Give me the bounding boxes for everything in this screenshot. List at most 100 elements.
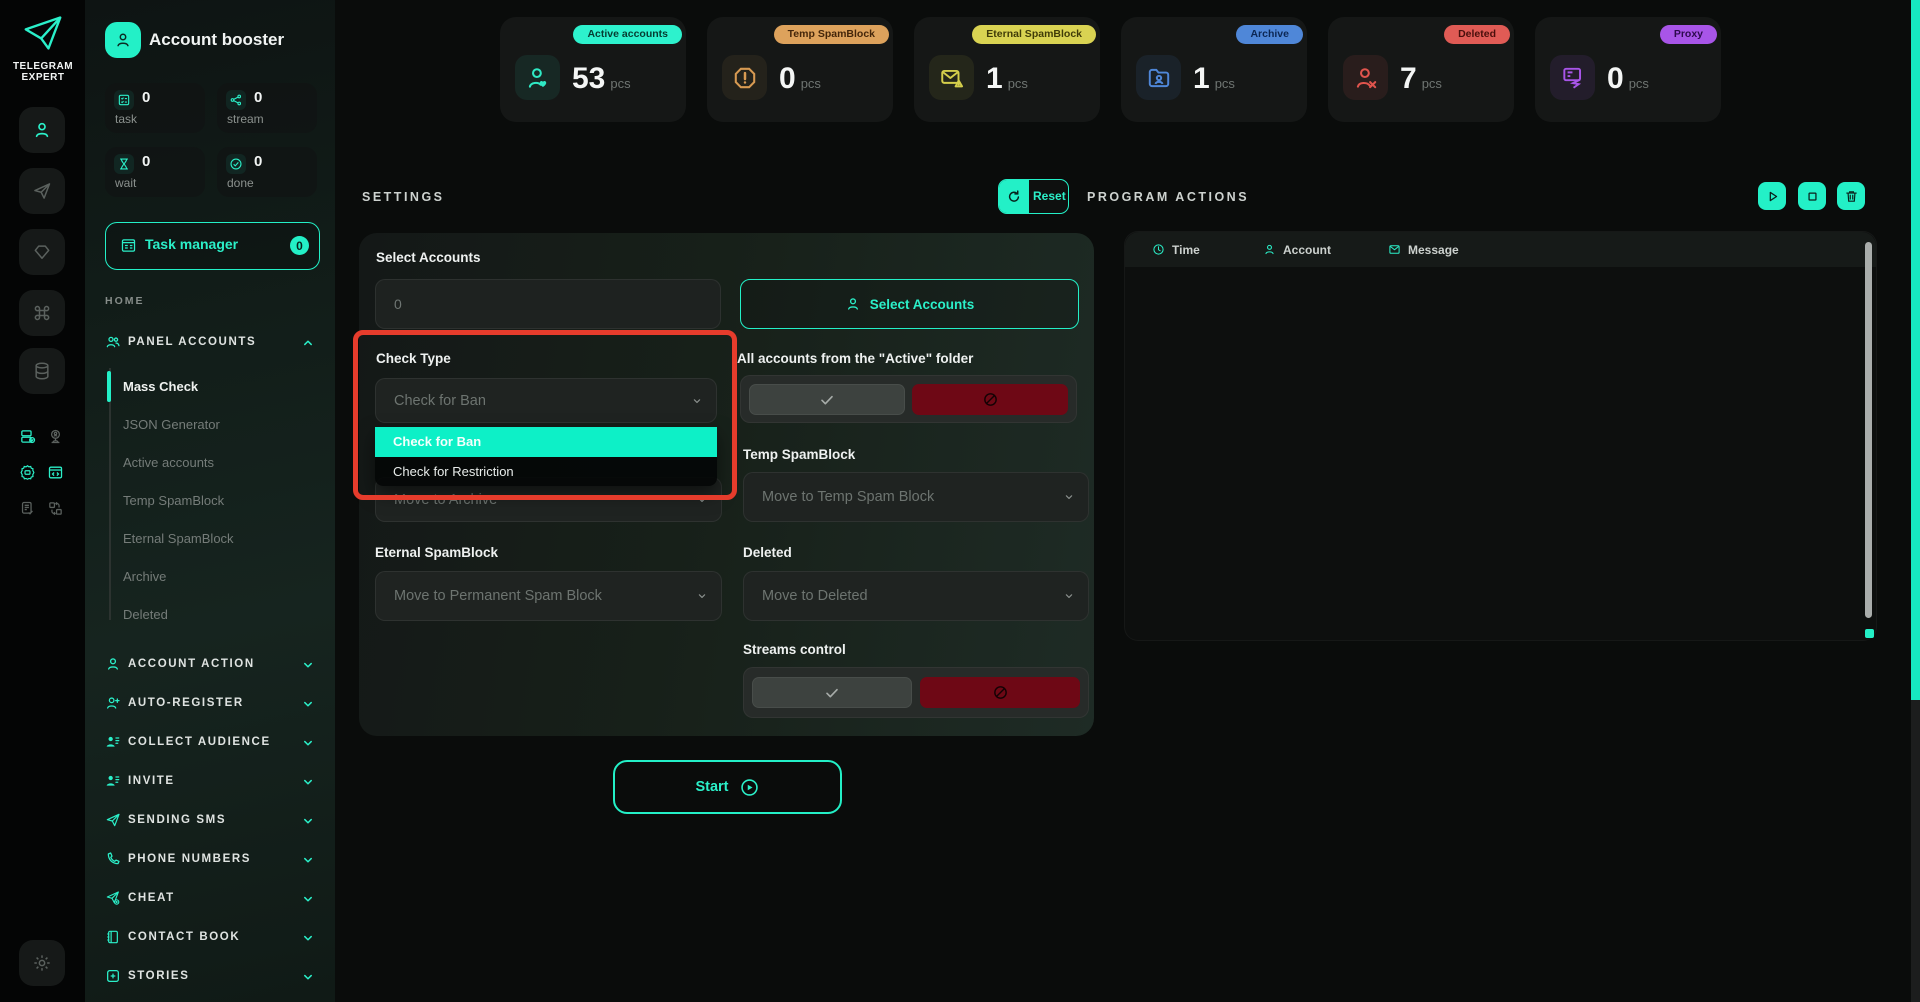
- rail-button-commands[interactable]: [19, 290, 65, 336]
- code-window-icon[interactable]: [47, 464, 64, 481]
- active-folder-toggle: [740, 375, 1077, 423]
- chevron-down-icon: [695, 589, 709, 603]
- people-list-icon: [105, 773, 121, 789]
- status-badge: Eternal SpamBlock: [972, 25, 1096, 44]
- check-icon: [824, 685, 840, 701]
- chevron-down-icon: [690, 394, 704, 408]
- dropdown-option-check-for-restriction[interactable]: Check for Restriction: [375, 457, 717, 487]
- sidebar-item-collect-audience[interactable]: COLLECT AUDIENCE: [105, 733, 315, 753]
- server-check-icon[interactable]: [19, 428, 36, 445]
- deleted-select[interactable]: Move to Deleted: [743, 571, 1089, 621]
- settings-title: SETTINGS: [362, 190, 445, 204]
- sidebar-item-label: PANEL ACCOUNTS: [128, 336, 256, 348]
- stat-card-archive: Archive 1pcs: [1121, 17, 1307, 122]
- counter-wait: 0 wait: [105, 147, 205, 197]
- counter-label: task: [115, 112, 137, 126]
- active-folder-no-button[interactable]: [912, 384, 1068, 415]
- stat-value: 0pcs: [779, 62, 821, 96]
- sidebar-item-cheat[interactable]: CHEAT: [105, 889, 315, 909]
- sidebar-item-contact-book[interactable]: CONTACT BOOK: [105, 928, 315, 948]
- check-type-select[interactable]: Check for Ban: [375, 378, 717, 423]
- task-manager-button[interactable]: Task manager 0: [105, 222, 320, 270]
- stats-row: Active accounts 53pcs Temp SpamBlock 0pc…: [500, 17, 1721, 122]
- status-badge: Deleted: [1444, 25, 1510, 44]
- rail-button-settings[interactable]: [19, 940, 65, 986]
- chevron-down-icon: [301, 697, 315, 711]
- prohibit-icon: [992, 684, 1009, 701]
- chevron-down-icon: [301, 775, 315, 789]
- swap-icon[interactable]: [47, 500, 64, 517]
- stat-card-deleted: Deleted 7pcs: [1328, 17, 1514, 122]
- rail-button-accounts[interactable]: [19, 107, 65, 153]
- reset-button[interactable]: Reset: [998, 179, 1069, 214]
- mail-icon: [1388, 243, 1401, 256]
- webcam-person-icon[interactable]: [47, 428, 64, 445]
- chevron-down-icon: [301, 892, 315, 906]
- sidebar: Account booster 0 task 0 stream 0 wait 0…: [85, 0, 335, 1002]
- accounts-count-input[interactable]: [375, 279, 721, 329]
- resize-handle[interactable]: [1865, 629, 1874, 638]
- mail-warning-icon: [929, 55, 974, 100]
- dropdown-option-check-for-ban[interactable]: Check for Ban: [375, 427, 717, 457]
- rail-button-premium[interactable]: [19, 229, 65, 275]
- stat-value: 0pcs: [1607, 62, 1649, 96]
- sidebar-item-active-accounts[interactable]: Active accounts: [123, 455, 214, 472]
- rail-button-sender[interactable]: [19, 168, 65, 214]
- status-badge: Active accounts: [573, 25, 682, 44]
- stories-plus-icon: [105, 968, 121, 984]
- task-manager-badge: 0: [290, 236, 309, 255]
- stat-card-active-accounts: Active accounts 53pcs: [500, 17, 686, 122]
- sidebar-item-mass-check[interactable]: Mass Check: [123, 379, 198, 396]
- play-icon: [1765, 189, 1780, 204]
- program-actions-title: PROGRAM ACTIONS: [1087, 190, 1249, 204]
- document-check-icon[interactable]: [19, 500, 36, 517]
- active-folder-yes-button[interactable]: [749, 384, 905, 415]
- sidebar-item-phone-numbers[interactable]: PHONE NUMBERS: [105, 850, 315, 870]
- reset-label: Reset: [1033, 189, 1066, 203]
- paper-plane-icon: [32, 181, 52, 201]
- log-scrollbar[interactable]: [1865, 242, 1872, 618]
- stat-card-eternal-spamblock: Eternal SpamBlock 1pcs: [914, 17, 1100, 122]
- task-manager-label: Task manager: [145, 236, 238, 252]
- window-scrollbar-thumb[interactable]: [1911, 0, 1920, 700]
- counter-value: 0: [142, 89, 150, 106]
- column-time: Time: [1152, 232, 1200, 267]
- select-accounts-button[interactable]: Select Accounts: [740, 279, 1079, 329]
- sidebar-item-invite[interactable]: INVITE: [105, 772, 315, 792]
- warning-octagon-icon: [722, 55, 767, 100]
- streams-yes-button[interactable]: [752, 677, 912, 708]
- stream-icon: [226, 90, 246, 110]
- sidebar-item-deleted[interactable]: Deleted: [123, 607, 168, 624]
- sidebar-item-stories[interactable]: STORIES: [105, 967, 315, 987]
- sidebar-item-archive[interactable]: Archive: [123, 569, 166, 586]
- start-button[interactable]: Start: [613, 760, 842, 814]
- bot-gear-icon[interactable]: [19, 464, 36, 481]
- check-type-label: Check Type: [376, 351, 451, 366]
- free-accounts-value: Move to Archive: [394, 492, 497, 508]
- sidebar-item-sending-sms[interactable]: SENDING SMS: [105, 811, 315, 831]
- people-icon: [105, 334, 121, 350]
- counter-value: 0: [254, 89, 262, 106]
- sidebar-item-eternal-spamblock[interactable]: Eternal SpamBlock: [123, 531, 234, 548]
- sidebar-item-json-generator[interactable]: JSON Generator: [123, 417, 220, 434]
- run-button[interactable]: [1758, 182, 1786, 210]
- select-accounts-button-label: Select Accounts: [870, 297, 975, 312]
- sidebar-item-account-action[interactable]: ACCOUNT ACTION: [105, 655, 315, 675]
- sidebar-item-auto-register[interactable]: AUTO-REGISTER: [105, 694, 315, 714]
- eternal-spamblock-select[interactable]: Move to Permanent Spam Block: [375, 571, 722, 621]
- streams-no-button[interactable]: [920, 677, 1080, 708]
- people-list-icon: [105, 734, 121, 750]
- logo-plane-icon: [23, 14, 63, 52]
- program-actions-panel: Time Account Message: [1124, 231, 1877, 641]
- chevron-down-icon: [1062, 589, 1076, 603]
- stop-button[interactable]: [1798, 182, 1826, 210]
- clear-log-button[interactable]: [1837, 182, 1865, 210]
- rail-button-database[interactable]: [19, 348, 65, 394]
- app-window: TELEGRAM EXPERT Account booster 0 task 0…: [0, 0, 1920, 1002]
- temp-spamblock-select[interactable]: Move to Temp Spam Block: [743, 472, 1089, 522]
- counter-task: 0 task: [105, 83, 205, 133]
- active-folder-label: All accounts from the "Active" folder: [737, 351, 973, 366]
- sidebar-item-temp-spamblock[interactable]: Temp SpamBlock: [123, 493, 224, 510]
- sidebar-item-panel-accounts[interactable]: PANEL ACCOUNTS: [105, 333, 315, 353]
- contact-book-icon: [105, 929, 121, 945]
